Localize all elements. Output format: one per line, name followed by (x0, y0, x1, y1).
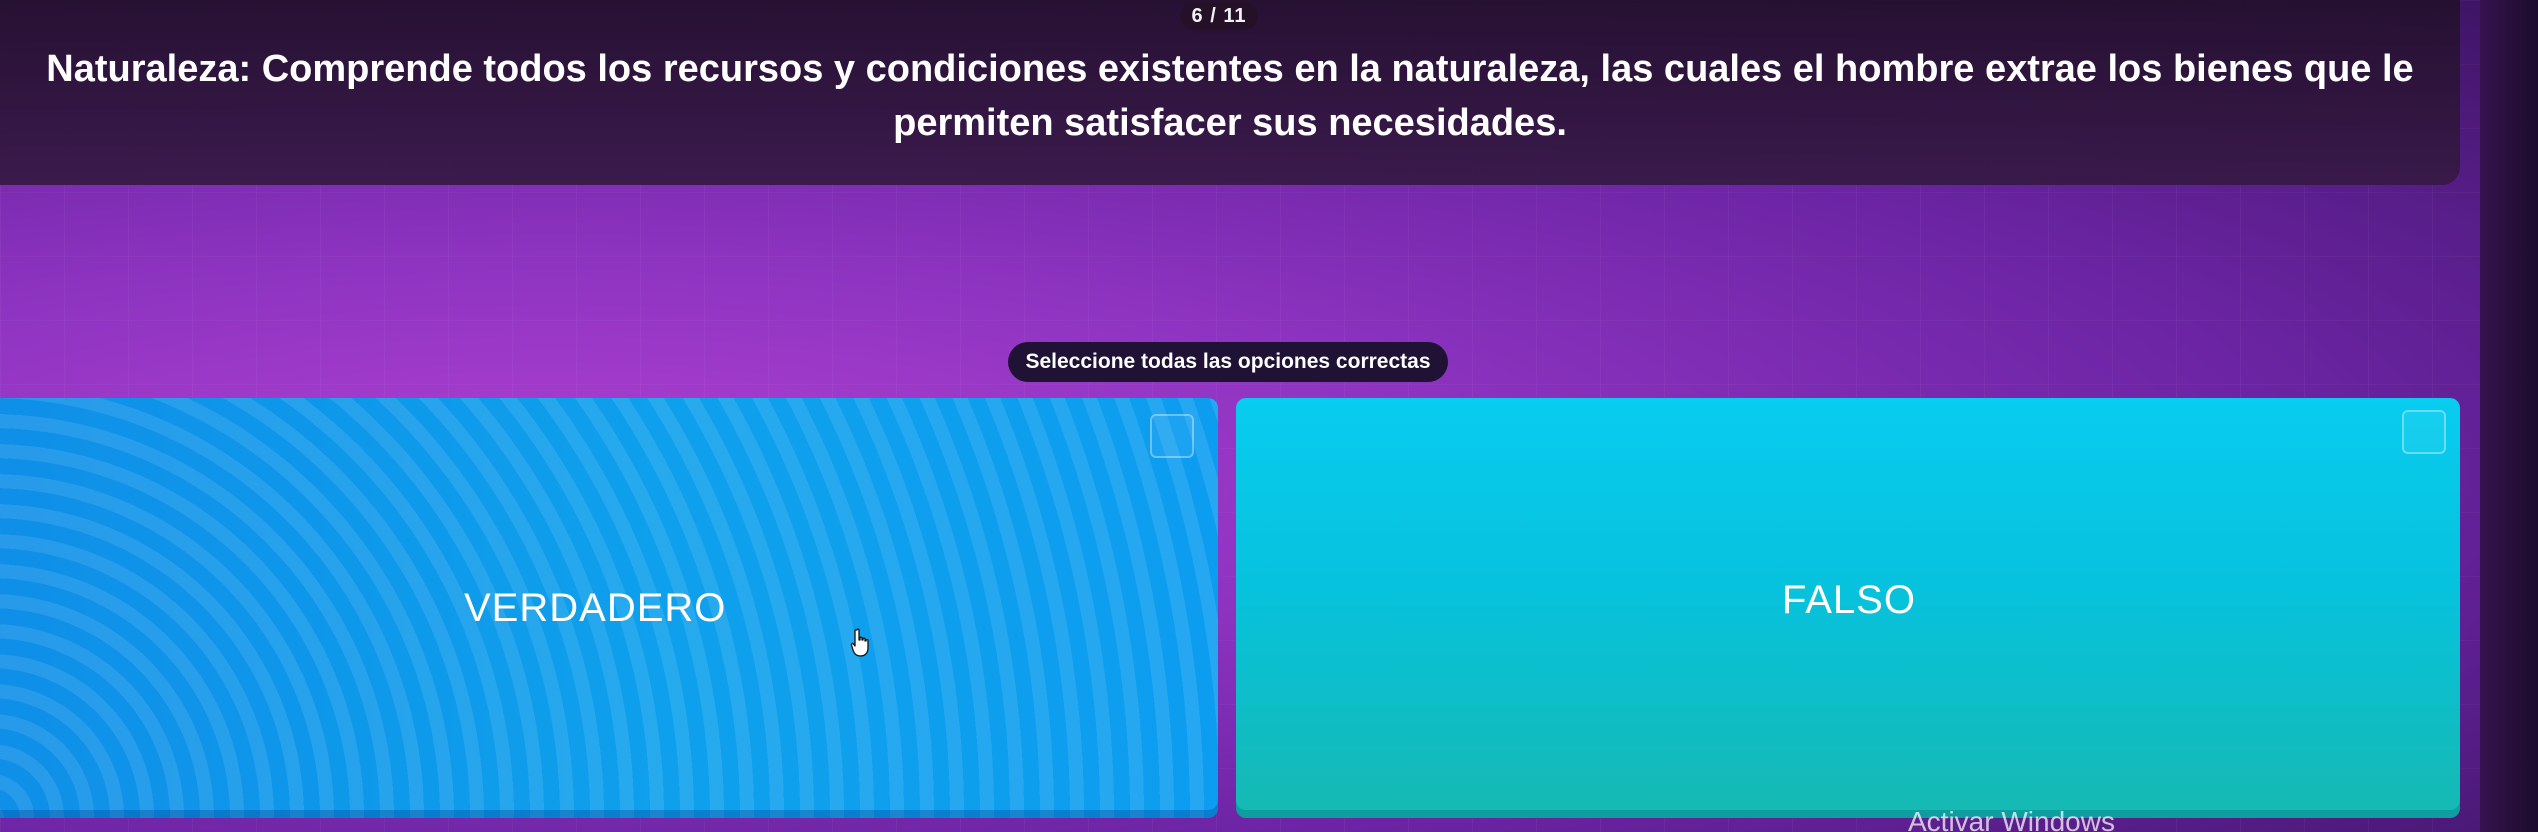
answer-label-verdadero: VERDADERO (464, 586, 727, 630)
checkbox-icon[interactable] (2402, 410, 2446, 454)
instruction-pill: Seleccione todas las opciones correctas (1008, 342, 1448, 382)
question-header: 6 / 11 Naturaleza: Comprende todos los r… (0, 0, 2460, 185)
progress-counter: 6 / 11 (1180, 2, 1258, 30)
answer-option-falso[interactable]: FALSO (1236, 398, 2460, 818)
quiz-screen: 6 / 11 Naturaleza: Comprende todos los r… (0, 0, 2538, 832)
question-text: Naturaleza: Comprende todos los recursos… (46, 48, 2414, 144)
answer-option-verdadero[interactable]: VERDADERO (0, 398, 1218, 818)
windows-activation-watermark: Activar Windows (1908, 806, 2115, 832)
checkbox-icon[interactable] (1150, 414, 1194, 458)
right-edge-shadow (2480, 0, 2538, 832)
answer-label-falso: FALSO (1782, 578, 1916, 622)
